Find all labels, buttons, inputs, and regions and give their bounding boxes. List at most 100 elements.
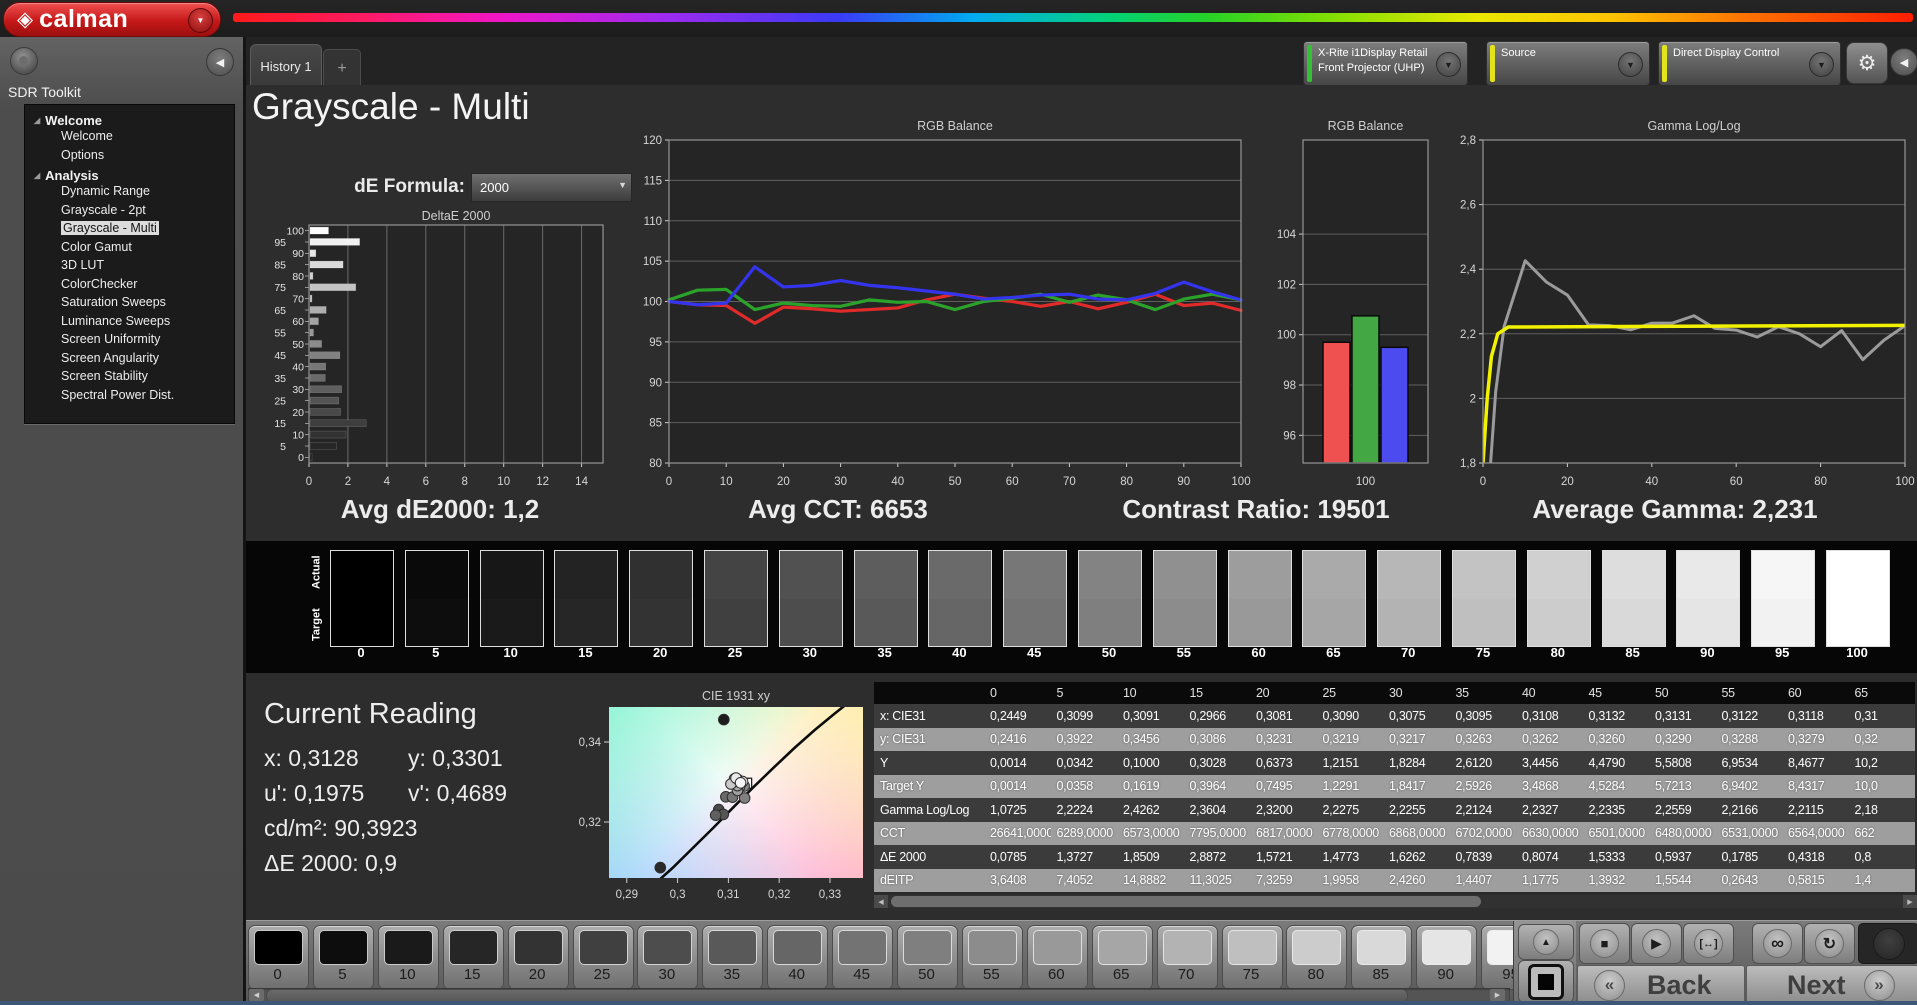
table-cell: 14,8882 bbox=[1117, 869, 1184, 893]
sidebar-item-3d-lut[interactable]: 3D LUT bbox=[25, 258, 234, 277]
table-cell: 7,4052 bbox=[1051, 869, 1118, 893]
patch-level-label: 10 bbox=[379, 966, 436, 983]
table-scroll-thumb[interactable] bbox=[891, 896, 1481, 907]
calman-logo-button[interactable]: ◈ calman ▼ bbox=[3, 2, 221, 37]
patch-button-60[interactable]: 60 bbox=[1027, 925, 1088, 990]
loop-button[interactable]: ↻ bbox=[1804, 923, 1855, 964]
sidebar-item-saturation-sweeps[interactable]: Saturation Sweeps bbox=[25, 295, 234, 314]
patch-button-15[interactable]: 15 bbox=[443, 925, 504, 990]
patch-button-5[interactable]: 5 bbox=[313, 925, 374, 990]
patch-swatch bbox=[903, 930, 952, 965]
table-row-x-cie31: x: CIE310,24490,30990,30910,29660,30810,… bbox=[874, 704, 1915, 728]
logo-menu-dropdown[interactable]: ▼ bbox=[188, 8, 213, 33]
sidebar-collapse-button[interactable]: ◀ bbox=[206, 48, 234, 76]
patch-button-20[interactable]: 20 bbox=[508, 925, 569, 990]
table-cell: 3,4868 bbox=[1516, 775, 1583, 799]
patch-button-95[interactable]: 95 bbox=[1481, 925, 1513, 990]
swatch-actual bbox=[1154, 551, 1216, 599]
patch-button-10[interactable]: 10 bbox=[378, 925, 439, 990]
swatch-actual bbox=[1378, 551, 1440, 599]
patch-button-85[interactable]: 85 bbox=[1351, 925, 1412, 990]
patch-button-55[interactable]: 55 bbox=[962, 925, 1023, 990]
continuous-button[interactable]: ∞ bbox=[1752, 923, 1803, 964]
control-dropdown-arrow[interactable]: ▼ bbox=[1809, 52, 1834, 77]
table-col-header-20: 20 bbox=[1250, 682, 1317, 704]
swatch-level-label: 35 bbox=[854, 645, 916, 660]
swatch-target bbox=[929, 599, 991, 647]
patch-button-90[interactable]: 90 bbox=[1416, 925, 1477, 990]
sidebar-item-spectral-power-dist[interactable]: Spectral Power Dist. bbox=[25, 388, 234, 407]
panel-collapse-button[interactable]: ◀ bbox=[1890, 48, 1917, 76]
sidebar-item-screen-uniformity[interactable]: Screen Uniformity bbox=[25, 332, 234, 351]
sidebar-item-luminance-sweeps[interactable]: Luminance Sweeps bbox=[25, 314, 234, 333]
table-cell: 1,3932 bbox=[1583, 869, 1650, 893]
patch-button-25[interactable]: 25 bbox=[573, 925, 634, 990]
patch-button-50[interactable]: 50 bbox=[897, 925, 958, 990]
patch-scrollbar[interactable]: ◀ ▶ bbox=[248, 988, 1510, 1002]
grayscale-swatch-30 bbox=[779, 550, 843, 647]
patch-button-65[interactable]: 65 bbox=[1092, 925, 1153, 990]
meter-dropdown-arrow[interactable]: ▼ bbox=[1436, 52, 1461, 77]
patch-level-label: 0 bbox=[249, 966, 306, 983]
patch-button-70[interactable]: 70 bbox=[1157, 925, 1218, 990]
scroll-left-icon[interactable]: ◀ bbox=[874, 895, 888, 908]
table-cell: 1,3727 bbox=[1051, 845, 1118, 869]
axis-label: 2,8 bbox=[1460, 135, 1476, 147]
sidebar-item-welcome[interactable]: Welcome bbox=[25, 129, 234, 148]
patch-button-30[interactable]: 30 bbox=[637, 925, 698, 990]
meter-dropdown[interactable]: X-Rite i1Display Retail Front Projector … bbox=[1303, 41, 1468, 86]
add-tab-button[interactable]: + bbox=[323, 49, 361, 87]
table-scrollbar[interactable]: ◀ ▶ bbox=[874, 895, 1917, 908]
sidebar-item-screen-angularity[interactable]: Screen Angularity bbox=[25, 351, 234, 370]
sidebar-item-color-gamut[interactable]: Color Gamut bbox=[25, 240, 234, 259]
row-label: Gamma Log/Log bbox=[874, 798, 984, 822]
scroll-right-icon[interactable]: ▶ bbox=[1490, 989, 1505, 1001]
table-cell: 2,2275 bbox=[1317, 798, 1384, 822]
table-cell: 0,31 bbox=[1849, 704, 1916, 728]
source-dropdown[interactable]: Source ▼ bbox=[1486, 41, 1650, 86]
axis-label: 40 bbox=[1645, 476, 1658, 488]
top-bar: ◈ calman ▼ bbox=[0, 0, 1917, 37]
sidebar-section-welcome[interactable]: ◢Welcome bbox=[25, 111, 234, 129]
patch-button-75[interactable]: 75 bbox=[1222, 925, 1283, 990]
patch-button-0[interactable]: 0 bbox=[248, 925, 309, 990]
play-button[interactable]: ▶ bbox=[1631, 923, 1682, 964]
patch-button-40[interactable]: 40 bbox=[767, 925, 828, 990]
sidebar-item-colorchecker[interactable]: ColorChecker bbox=[25, 277, 234, 296]
patch-button-80[interactable]: 80 bbox=[1286, 925, 1347, 990]
display-control-dropdown[interactable]: Direct Display Control ▼ bbox=[1658, 41, 1841, 86]
table-cell: 2,8872 bbox=[1184, 845, 1251, 869]
table-cell: 0,8 bbox=[1849, 845, 1916, 869]
table-cell: 2,3604 bbox=[1184, 798, 1251, 822]
swatch-level-label: 25 bbox=[704, 645, 766, 660]
table-cell: 0,3118 bbox=[1782, 704, 1849, 728]
sidebar-item-grayscale-2pt[interactable]: Grayscale - 2pt bbox=[25, 203, 234, 222]
table-header-row: 05101520253035404550556065 bbox=[874, 682, 1915, 704]
sidebar-item-options[interactable]: Options bbox=[25, 148, 234, 167]
settings-button[interactable]: ⚙ bbox=[1846, 42, 1888, 84]
sidebar-section-analysis[interactable]: ◢Analysis bbox=[25, 166, 234, 184]
table-cell: 0,32 bbox=[1849, 728, 1916, 752]
back-button[interactable]: « Back bbox=[1577, 965, 1745, 1005]
record-circle-icon bbox=[1873, 928, 1905, 960]
patch-button-45[interactable]: 45 bbox=[832, 925, 893, 990]
sidebar-item-dynamic-range[interactable]: Dynamic Range bbox=[25, 184, 234, 203]
patch-window-button[interactable] bbox=[1518, 960, 1574, 1003]
scroll-left-icon[interactable]: ◀ bbox=[249, 989, 264, 1001]
stop-button[interactable]: ■ bbox=[1579, 923, 1630, 964]
table-row-gamma-log-log: Gamma Log/Log1,07252,22242,42622,36042,3… bbox=[874, 798, 1915, 822]
sidebar-item-grayscale-multi[interactable]: Grayscale - Multi bbox=[25, 221, 234, 240]
table-col-header-15: 15 bbox=[1184, 682, 1251, 704]
patch-level-label: 55 bbox=[963, 966, 1020, 983]
tab-history-1[interactable]: History 1 bbox=[250, 44, 322, 87]
sidebar-item-screen-stability[interactable]: Screen Stability bbox=[25, 369, 234, 388]
step-button[interactable]: [↔] bbox=[1683, 923, 1734, 964]
de-formula-select[interactable]: 2000 ▼ bbox=[471, 173, 632, 202]
next-button[interactable]: Next » bbox=[1746, 965, 1917, 1005]
reading-row: ΔE 2000: 0,9 bbox=[264, 850, 552, 885]
scroll-right-icon[interactable]: ▶ bbox=[1903, 895, 1917, 908]
source-dropdown-arrow[interactable]: ▼ bbox=[1618, 52, 1643, 77]
patch-level-label: 15 bbox=[444, 966, 501, 983]
patch-window-up-button[interactable]: ▲ bbox=[1518, 924, 1574, 960]
patch-button-35[interactable]: 35 bbox=[702, 925, 763, 990]
